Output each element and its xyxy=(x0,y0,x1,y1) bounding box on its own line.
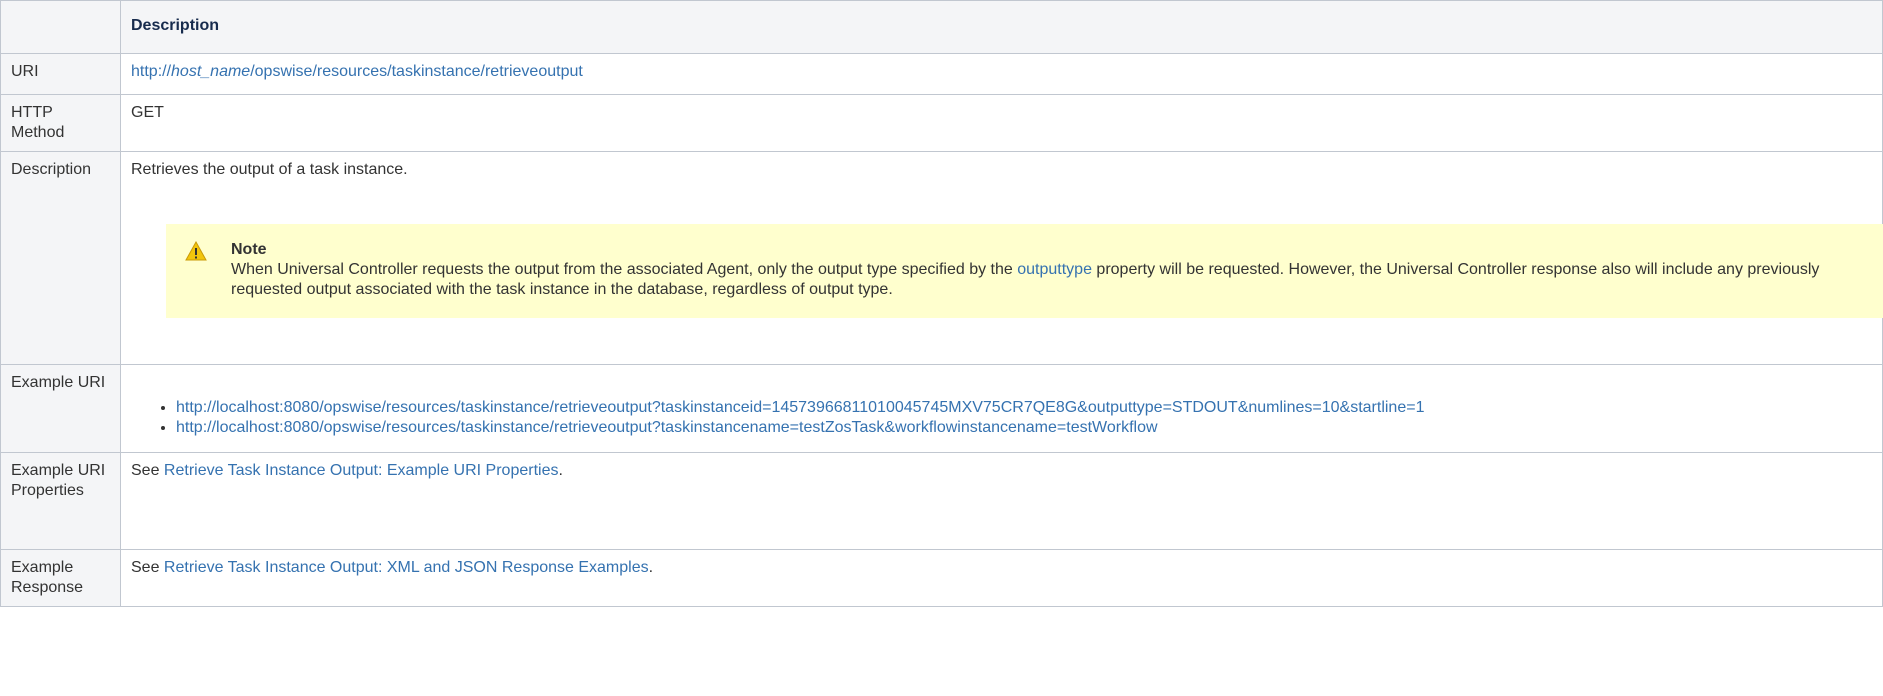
note-body: When Universal Controller requests the o… xyxy=(231,260,1883,300)
row-label-uri: URI xyxy=(0,53,121,95)
example-response-suffix: . xyxy=(648,559,654,576)
header-label-cell xyxy=(0,0,121,54)
list-item: http://localhost:8080/opswise/resources/… xyxy=(176,398,1872,418)
example-response-cell: See Retrieve Task Instance Output: XML a… xyxy=(120,549,1883,607)
example-props-prefix: See xyxy=(131,462,164,479)
example-props-cell: See Retrieve Task Instance Output: Examp… xyxy=(120,452,1883,550)
description-text: Retrieves the output of a task instance. xyxy=(131,161,408,178)
outputtype-link[interactable]: outputtype xyxy=(1017,261,1092,278)
http-method-value: GET xyxy=(120,94,1883,152)
table-row-http-method: HTTP Method GET xyxy=(0,94,1883,152)
row-label-http-method: HTTP Method xyxy=(0,94,121,152)
table-header-row: Description xyxy=(0,0,1883,54)
table-row-example-uri: Example URI http://localhost:8080/opswis… xyxy=(0,364,1883,453)
list-item: http://localhost:8080/opswise/resources/… xyxy=(176,418,1872,438)
table-row-example-response: Example Response See Retrieve Task Insta… xyxy=(0,549,1883,607)
example-response-prefix: See xyxy=(131,559,164,576)
uri-link[interactable]: http://host_name/opswise/resources/taski… xyxy=(131,63,583,80)
example-uri-list: http://localhost:8080/opswise/resources/… xyxy=(131,398,1872,438)
example-uri-cell: http://localhost:8080/opswise/resources/… xyxy=(120,364,1883,453)
example-response-link[interactable]: Retrieve Task Instance Output: XML and J… xyxy=(164,559,649,576)
row-label-example-uri: Example URI xyxy=(0,364,121,453)
api-reference-table: Description URI http://host_name/opswise… xyxy=(0,0,1883,607)
row-label-example-uri-properties: Example URI Properties xyxy=(0,452,121,550)
uri-host: host_name xyxy=(171,63,251,80)
row-label-example-response: Example Response xyxy=(0,549,121,607)
uri-prefix: http:// xyxy=(131,63,172,80)
note-title: Note xyxy=(231,241,267,258)
table-row-description: Description Retrieves the output of a ta… xyxy=(0,151,1883,365)
example-props-suffix: . xyxy=(558,462,563,479)
table-row-uri: URI http://host_name/opswise/resources/t… xyxy=(0,53,1883,95)
table-row-example-uri-properties: Example URI Properties See Retrieve Task… xyxy=(0,452,1883,550)
row-label-description: Description xyxy=(0,151,121,365)
uri-path: /opswise/resources/taskinstance/retrieve… xyxy=(250,63,583,80)
description-cell: Retrieves the output of a task instance.… xyxy=(120,151,1883,365)
note-text-before: When Universal Controller requests the o… xyxy=(231,261,1018,278)
example-uri-link-1[interactable]: http://localhost:8080/opswise/resources/… xyxy=(176,399,1424,416)
example-uri-link-2[interactable]: http://localhost:8080/opswise/resources/… xyxy=(176,419,1158,436)
note-panel: Note When Universal Controller requests … xyxy=(166,224,1883,318)
header-description-cell: Description xyxy=(120,0,1883,54)
example-uri-properties-link[interactable]: Retrieve Task Instance Output: Example U… xyxy=(164,462,559,479)
warning-icon xyxy=(185,240,207,261)
uri-cell: http://host_name/opswise/resources/taski… xyxy=(120,53,1883,95)
